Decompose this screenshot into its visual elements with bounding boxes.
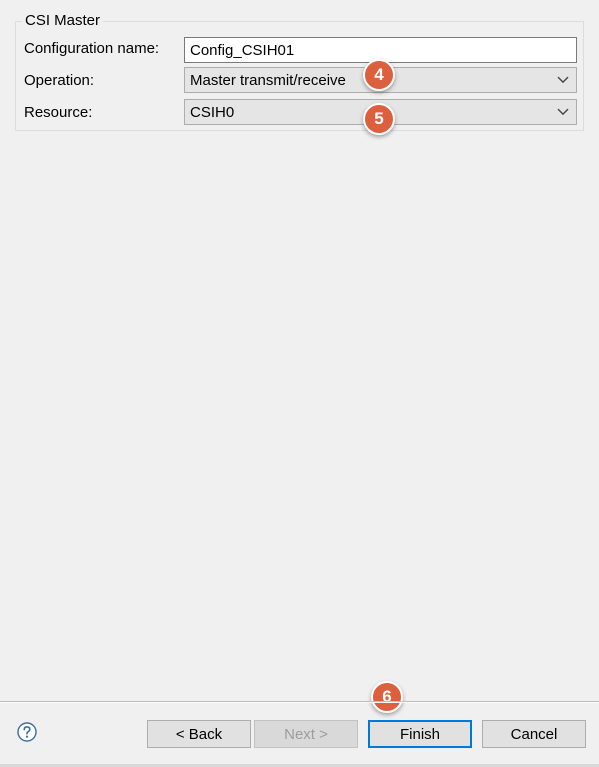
footer-separator-highlight xyxy=(0,702,599,703)
cancel-button[interactable]: Cancel xyxy=(482,720,586,748)
back-button[interactable]: < Back xyxy=(147,720,251,748)
step-badge-6: 6 xyxy=(371,681,403,713)
help-icon[interactable] xyxy=(17,722,37,742)
step-badge-5: 5 xyxy=(363,103,395,135)
chevron-down-icon xyxy=(557,76,569,84)
configuration-name-value: Config_CSIH01 xyxy=(190,41,295,59)
operation-value: Master transmit/receive xyxy=(190,71,346,89)
chevron-down-icon xyxy=(557,108,569,116)
operation-label: Operation: xyxy=(24,72,95,89)
next-button[interactable]: Next > xyxy=(254,720,358,748)
resource-label: Resource: xyxy=(24,104,93,121)
configuration-name-label: Configuration name: xyxy=(24,40,160,57)
group-title: CSI Master xyxy=(22,12,104,29)
resource-value: CSIH0 xyxy=(190,103,235,121)
finish-button[interactable]: Finish xyxy=(368,720,472,748)
step-badge-4: 4 xyxy=(363,59,395,91)
